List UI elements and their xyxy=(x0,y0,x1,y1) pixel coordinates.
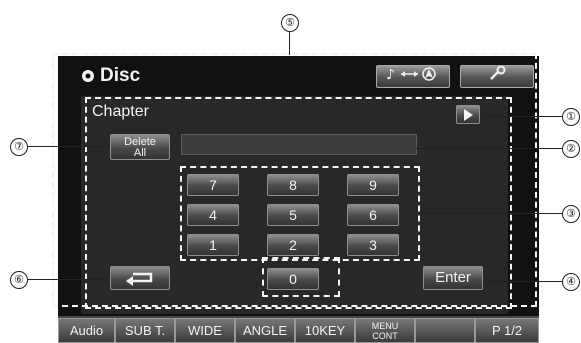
tab-10key[interactable]: 10KEY xyxy=(295,318,355,343)
callout-line-1 xyxy=(484,116,563,117)
callout-line-5 xyxy=(289,31,290,55)
callout-line-3 xyxy=(420,213,563,214)
tab-angle[interactable]: ANGLE xyxy=(235,318,295,343)
keypad-callout-box xyxy=(180,166,420,261)
callout-7-badge: ⑦ xyxy=(10,138,28,156)
tab-subtitle[interactable]: SUB T. xyxy=(115,318,175,343)
callout-line-4 xyxy=(485,281,563,282)
callout-6-badge: ⑥ xyxy=(10,271,28,289)
tab-menu-control-line1: MENU xyxy=(371,321,399,331)
zero-key-callout-box xyxy=(262,257,340,297)
tab-menu-control-line2: CONT xyxy=(372,331,398,341)
callout-2-badge: ② xyxy=(562,140,580,158)
callout-5-badge: ⑤ xyxy=(281,14,299,32)
callout-line-2 xyxy=(415,148,563,149)
page-indicator-button[interactable]: P 1/2 xyxy=(475,318,539,343)
callout-1-badge: ① xyxy=(562,108,580,126)
callout-line-7 xyxy=(26,146,110,147)
callout-4-badge: ④ xyxy=(562,273,580,291)
tab-audio[interactable]: Audio xyxy=(58,318,115,343)
tab-wide[interactable]: WIDE xyxy=(175,318,235,343)
tab-blank[interactable] xyxy=(415,318,475,343)
callout-line-6 xyxy=(26,279,110,280)
tab-menu-control[interactable]: MENU CONT xyxy=(355,318,415,343)
callout-3-badge: ③ xyxy=(562,205,580,223)
